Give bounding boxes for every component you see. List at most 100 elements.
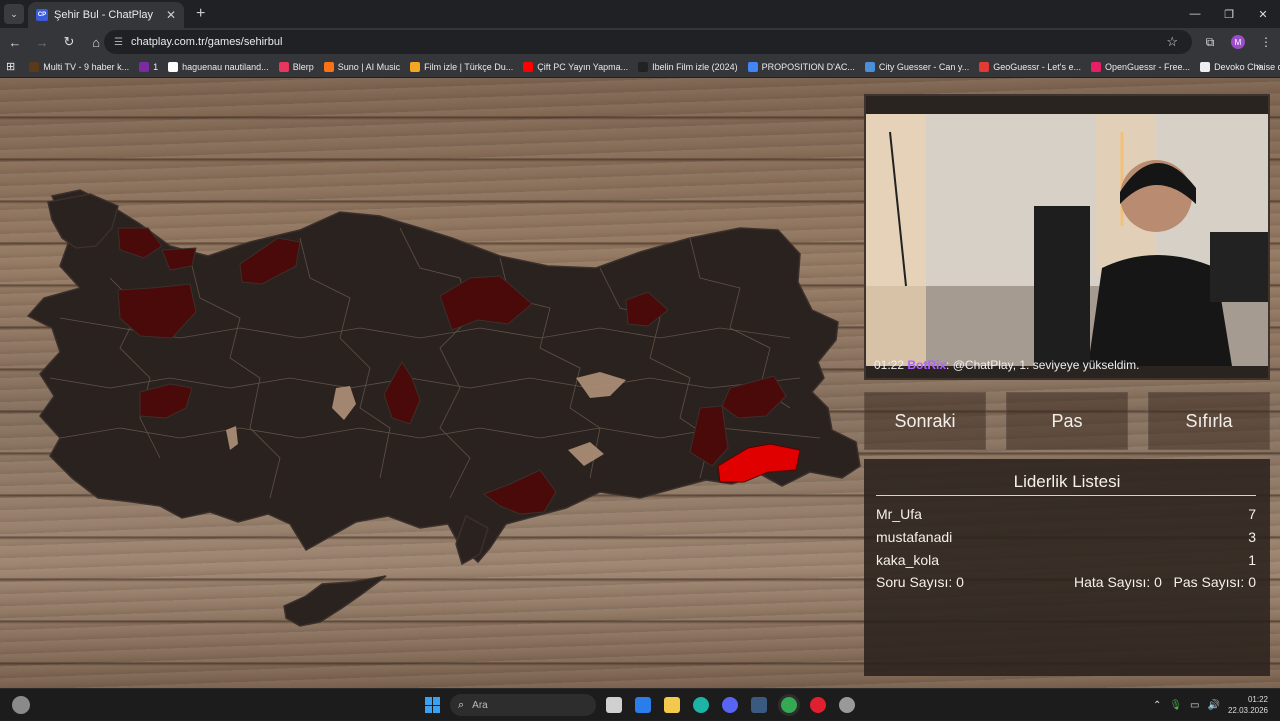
leaderboard-divider [876, 495, 1256, 496]
leaderboard-panel: Liderlik Listesi Mr_Ufa 7 mustafanadi 3 … [864, 459, 1270, 676]
game-page: 01:22 BotRix: @ChatPlay, 1. seviyeye yük… [0, 78, 1280, 688]
chevron-up-icon[interactable]: ⌃ [1153, 700, 1161, 711]
chat-message: : @ChatPlay, 1. seviyeye yükseldim. [946, 358, 1140, 372]
bookmark-favicon-icon [638, 61, 649, 72]
store-icon[interactable] [635, 697, 651, 713]
apps-icon[interactable]: ⊞ [6, 60, 15, 73]
bookmark-favicon-icon [168, 61, 179, 72]
bookmark-item[interactable]: haguenau nautiland... [168, 61, 269, 72]
edge-icon[interactable] [693, 697, 709, 713]
forward-icon[interactable]: → [30, 30, 54, 54]
browser-tab[interactable]: CP Şehir Bul - ChatPlay ✕ [28, 2, 184, 28]
bookmark-item[interactable]: PROPOSITION D'AC... [747, 61, 855, 72]
bookmark-item[interactable]: Devoko Chaise de G... [1200, 61, 1280, 72]
error-count: Hata Sayısı: 0 [1074, 574, 1162, 590]
bookmark-label: Çift PC Yayın Yapma... [537, 61, 629, 72]
bookmark-favicon-icon [1200, 61, 1211, 72]
volume-icon[interactable]: 🔊 [1208, 700, 1220, 711]
tab-strip: ⌄ CP Şehir Bul - ChatPlay ✕ + — ❐ ✕ [0, 0, 1280, 28]
bookmark-item[interactable]: 1 [139, 61, 158, 72]
windows-taskbar: ⌕ Ara ⌃ 🎙 ▭ 🔊 01:22 22.03.2026 [0, 688, 1280, 720]
microphone-icon[interactable]: 🎙 [1169, 700, 1182, 711]
close-tab-icon[interactable]: ✕ [166, 8, 176, 22]
next-button[interactable]: Sonraki [864, 392, 986, 450]
chrome-icon[interactable] [781, 697, 797, 713]
start-button[interactable] [425, 697, 441, 713]
bookmark-favicon-icon [139, 61, 150, 72]
bookmark-favicon-icon [523, 61, 534, 72]
bookmark-item[interactable]: Çift PC Yayın Yapma... [523, 61, 629, 72]
bookmark-label: Suno | AI Music [337, 61, 401, 72]
close-window-icon[interactable]: ✕ [1246, 0, 1280, 28]
search-placeholder: Ara [472, 699, 488, 711]
taskbar-search[interactable]: ⌕ Ara [450, 694, 596, 716]
minimize-icon[interactable]: — [1178, 0, 1212, 28]
restore-icon[interactable]: ❐ [1212, 0, 1246, 28]
tab-title: Şehir Bul - ChatPlay [54, 9, 154, 21]
leaderboard-row: mustafanadi 3 [876, 529, 1256, 545]
player-score: 3 [1248, 529, 1256, 545]
system-tray: ⌃ 🎙 ▭ 🔊 01:22 22.03.2026 [1153, 689, 1280, 721]
bookmark-favicon-icon [864, 61, 875, 72]
search-icon: ⌕ [458, 698, 465, 711]
widgets-icon[interactable] [12, 696, 30, 714]
leaderboard-title: Liderlik Listesi [1013, 472, 1121, 491]
reload-icon[interactable]: ↻ [57, 30, 81, 54]
bookmark-item[interactable]: Suno | AI Music [323, 61, 401, 72]
address-bar[interactable]: ☰ chatplay.com.tr/games/sehirbul ☆ [104, 30, 1192, 54]
window-controls: — ❐ ✕ [1178, 0, 1280, 28]
bookmark-favicon-icon [410, 61, 421, 72]
bookmark-item[interactable]: City Guesser - Can y... [864, 61, 970, 72]
webcam-feed [866, 96, 1268, 378]
bookmark-favicon-icon [278, 61, 289, 72]
pass-button[interactable]: Pas [1006, 392, 1128, 450]
app-icon[interactable] [839, 697, 855, 713]
bookmark-label: Devoko Chaise de G... [1214, 61, 1280, 72]
file-explorer-icon[interactable] [664, 697, 680, 713]
bookmark-favicon-icon [747, 61, 758, 72]
bookmark-label: haguenau nautiland... [182, 61, 269, 72]
browser-toolbar: ← → ↻ ⌂ ☰ chatplay.com.tr/games/sehirbul… [0, 28, 1280, 56]
bookmark-item[interactable]: Ibelin Film izle (2024) [638, 61, 738, 72]
bookmark-favicon-icon [29, 61, 40, 72]
bookmark-item[interactable]: Multi TV - 9 haber k... [29, 61, 129, 72]
bookmark-item[interactable]: Blerp [278, 61, 314, 72]
back-icon[interactable]: ← [3, 30, 27, 54]
new-tab-button[interactable]: + [196, 5, 205, 23]
tab-search-button[interactable]: ⌄ [4, 4, 24, 24]
discord-icon[interactable] [722, 697, 738, 713]
question-count: Soru Sayısı: 0 [876, 574, 964, 590]
player-score: 7 [1248, 506, 1256, 522]
clock[interactable]: 01:22 22.03.2026 [1228, 694, 1268, 716]
bookmark-item[interactable]: GeoGuessr - Let's e... [979, 61, 1082, 72]
site-info-icon[interactable]: ☰ [114, 37, 123, 48]
url-text: chatplay.com.tr/games/sehirbul [130, 36, 283, 48]
task-view-icon[interactable] [606, 697, 622, 713]
reset-button[interactable]: Sıfırla [1148, 392, 1270, 450]
clock-time: 01:22 [1247, 695, 1268, 704]
extensions-icon[interactable]: ⧉ [1196, 35, 1224, 50]
webcam-overlay: 01:22 BotRix: @ChatPlay, 1. seviyeye yük… [864, 94, 1270, 380]
player-name: kaka_kola [876, 552, 940, 568]
bookmark-label: City Guesser - Can y... [878, 61, 970, 72]
bookmark-favicon-icon [979, 61, 990, 72]
profile-avatar[interactable]: M [1231, 35, 1245, 49]
network-icon[interactable]: ▭ [1190, 700, 1199, 711]
menu-icon[interactable]: ⋮ [1252, 35, 1280, 49]
bookmark-label: GeoGuessr - Let's e... [993, 61, 1082, 72]
chat-time: 01:22 [874, 358, 905, 372]
bookmark-star-icon[interactable]: ☆ [1166, 34, 1178, 50]
bookmark-label: OpenGuessr - Free... [1105, 61, 1191, 72]
opera-icon[interactable] [810, 697, 826, 713]
bookmark-label: Film izle | Türkçe Du... [424, 61, 514, 72]
bookmark-label: PROPOSITION D'AC... [761, 61, 855, 72]
bookmark-item[interactable]: OpenGuessr - Free... [1091, 61, 1191, 72]
clock-date: 22.03.2026 [1227, 706, 1268, 715]
more-bookmarks-icon[interactable]: » [1256, 61, 1262, 73]
player-name: mustafanadi [876, 529, 953, 545]
leaderboard-row: kaka_kola 1 [876, 552, 1256, 568]
toolbar-right: ⧉ M ⋮ [1196, 28, 1280, 56]
steam-icon[interactable] [751, 697, 767, 713]
pass-count: Pas Sayısı: 0 [1173, 574, 1256, 590]
bookmark-item[interactable]: Film izle | Türkçe Du... [410, 61, 514, 72]
